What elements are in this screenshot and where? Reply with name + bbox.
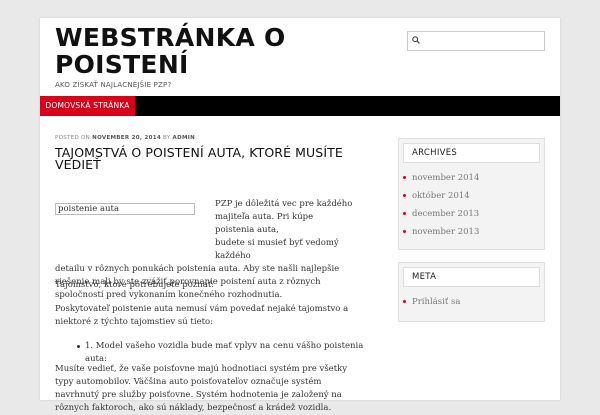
paragraph-1-line-3: budete si musieť byť vedomý každého: [215, 238, 339, 261]
archive-link[interactable]: október 2014: [403, 187, 544, 205]
nav-item-home[interactable]: DOMOVSKÁ STRÁNKA: [40, 96, 135, 116]
search-box[interactable]: [407, 31, 546, 51]
search-input[interactable]: [424, 34, 546, 50]
meta-by: BY: [163, 135, 171, 141]
site-header: WEBSTRÁNKA O POISTENÍ AKO ZÍSKAŤ NAJLACN…: [40, 18, 560, 96]
search-icon[interactable]: [412, 36, 420, 44]
paragraph-1-line-2: majiteľa auta. Pri kúpe poistenia auta,: [215, 212, 314, 235]
meta-widget: META Prihlásiť sa: [398, 262, 545, 322]
post-title[interactable]: TAJOMSTVÁ O POISTENÍ AUTA, KTORÉ MUSÍTE …: [55, 146, 355, 171]
page: WEBSTRÁNKA O POISTENÍ AKO ZÍSKAŤ NAJLACN…: [40, 18, 560, 413]
archives-list: november 2014 október 2014 december 2013…: [399, 163, 544, 241]
post-date[interactable]: NOVEMBER 20, 2014: [92, 135, 161, 141]
archive-link[interactable]: december 2013: [403, 205, 544, 223]
paragraph-3: Poskytovateľ poistenie auta nemusí vám p…: [55, 304, 349, 327]
main-nav: DOMOVSKÁ STRÁNKA: [40, 96, 560, 116]
login-link[interactable]: Prihlásiť sa: [403, 293, 544, 311]
meta-list: Prihlásiť sa: [399, 287, 544, 311]
site-title[interactable]: WEBSTRÁNKA O POISTENÍ: [55, 24, 385, 78]
post-author[interactable]: ADMIN: [173, 135, 195, 141]
archives-widget: ARCHIVES november 2014 október 2014 dece…: [398, 138, 545, 250]
post-content: POSTED ON NOVEMBER 20, 2014 BY ADMIN TAJ…: [55, 135, 363, 413]
meta-title: META: [403, 267, 540, 287]
meta-posted-on: POSTED ON: [55, 135, 91, 141]
paragraph-4: Musíte vedieť, že vaše poisťovne majú ho…: [55, 364, 348, 413]
paragraph-2: Tajomstvo, ktoré potrebujete poznať:: [55, 280, 215, 290]
site-tagline: AKO ZÍSKAŤ NAJLACNEJŠIE PZP?: [55, 81, 172, 89]
archives-title: ARCHIVES: [403, 143, 540, 163]
paragraph-1-line-1: PZP je dôležitá vec pre každého: [215, 199, 353, 209]
post-meta: POSTED ON NOVEMBER 20, 2014 BY ADMIN: [55, 135, 355, 141]
archive-link[interactable]: november 2014: [403, 169, 544, 187]
archive-link[interactable]: november 2013: [403, 223, 544, 241]
